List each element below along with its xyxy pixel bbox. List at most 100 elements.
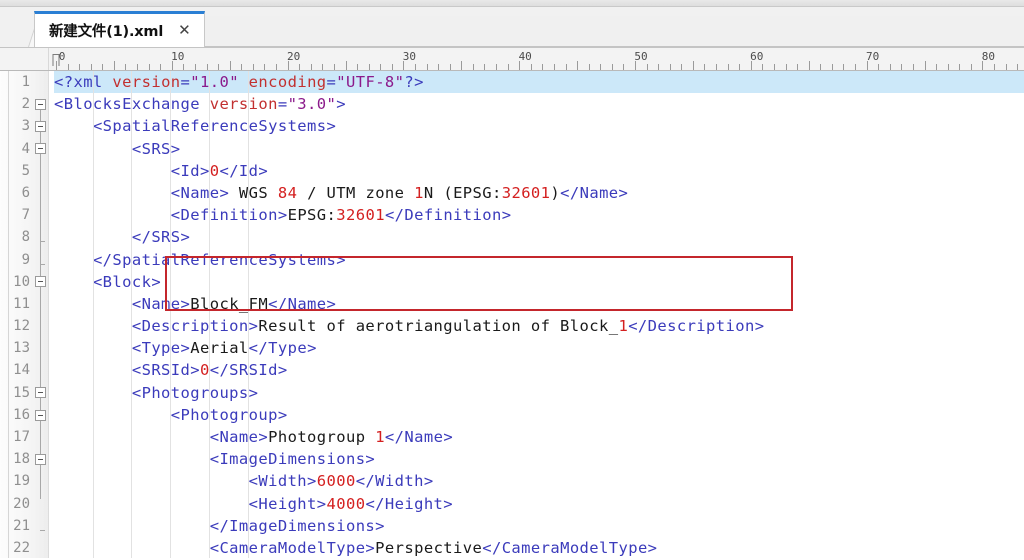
- ruler-tick-minor: [970, 64, 972, 70]
- code-line[interactable]: <Id>0</Id>: [54, 160, 1024, 182]
- ruler-tick-minor: [797, 64, 799, 70]
- code-line[interactable]: <Type>Aerial</Type>: [54, 337, 1024, 359]
- code-editor[interactable]: 1 2 3 4 5 6 7 8 9 10 11 12 13 14 15 16 17 18 19 20 21 22 <?xm…: [0, 71, 1024, 560]
- ruler-tick-minor: [194, 64, 196, 70]
- tab-label: 新建文件(1).xml: [49, 24, 164, 40]
- ruler-tick-minor: [727, 64, 729, 70]
- line-number: 14: [13, 362, 30, 379]
- ruler-tick-half: [808, 61, 810, 70]
- code-line[interactable]: </SpatialReferenceSystems>: [54, 249, 1024, 271]
- ruler-tick-minor: [368, 64, 370, 70]
- ruler-caret-marker: [52, 54, 60, 66]
- fold-toggle-icon[interactable]: [35, 387, 46, 399]
- ruler-tick-minor: [380, 64, 382, 70]
- fold-toggle-icon[interactable]: [35, 453, 46, 465]
- ruler-tick-minor: [67, 64, 69, 70]
- ruler-label: 50: [634, 50, 648, 63]
- ruler-tick-minor: [681, 64, 683, 70]
- ruler-tick-minor: [646, 64, 648, 70]
- ruler-tick-minor: [878, 64, 880, 70]
- indent-guide: [247, 71, 249, 560]
- code-lines[interactable]: <?xml version="1.0" encoding="UTF-8"?> <B…: [49, 71, 1024, 559]
- code-line[interactable]: <Name> WGS 84 / UTM zone 1N (EPSG:32601)…: [54, 182, 1024, 204]
- ruler-tick-minor: [507, 64, 509, 70]
- ruler-tick-minor: [889, 64, 891, 70]
- fold-end-tick: [40, 263, 45, 265]
- ruler-tick-minor: [820, 64, 822, 70]
- ruler-tick-half: [345, 61, 347, 70]
- ruler-tick-minor: [218, 64, 220, 70]
- ruler-tick-minor: [241, 64, 243, 70]
- line-number: 19: [13, 473, 30, 490]
- ruler-tick-minor: [716, 64, 718, 70]
- code-folding-column[interactable]: [33, 71, 48, 560]
- ruler-tick-minor: [160, 64, 162, 70]
- code-line[interactable]: <ImageDimensions>: [54, 448, 1024, 470]
- code-line[interactable]: <SRS>: [54, 138, 1024, 160]
- ruler-tick-minor: [357, 64, 359, 70]
- code-line[interactable]: <Photogroups>: [54, 382, 1024, 404]
- ruler-tick-minor: [565, 64, 567, 70]
- line-number: 1: [21, 74, 30, 90]
- code-line[interactable]: <Name>Photogroup 1</Name>: [54, 426, 1024, 448]
- ruler-tick-minor: [276, 64, 278, 70]
- ruler-tick-half: [461, 61, 463, 70]
- code-line[interactable]: <?xml version="1.0" encoding="UTF-8"?>: [54, 71, 1024, 94]
- fold-toggle-icon[interactable]: [35, 409, 46, 421]
- ruler-tick-minor: [773, 64, 775, 70]
- code-line[interactable]: <Definition>EPSG:32601</Definition>: [54, 204, 1024, 226]
- code-line[interactable]: </ImageDimensions>: [54, 515, 1024, 537]
- code-line[interactable]: <SRSId>0</SRSId>: [54, 359, 1024, 381]
- line-number: 5: [21, 162, 30, 179]
- ruler-tick-minor: [148, 64, 150, 70]
- fold-end-tick: [40, 530, 45, 531]
- code-line[interactable]: <Description>Result of aerotriangulation…: [54, 315, 1024, 337]
- line-number: 20: [13, 495, 30, 512]
- ruler-label: 70: [865, 50, 880, 63]
- fold-toggle-icon[interactable]: [35, 98, 46, 110]
- ruler-tick-minor: [137, 64, 139, 70]
- code-line[interactable]: <BlocksExchange version="3.0">: [54, 93, 1024, 115]
- line-number: 2: [21, 96, 30, 113]
- ruler-ticks: 0 10 20 30 40 50 60 70 80: [0, 48, 1024, 70]
- ruler-tick-minor: [785, 64, 787, 70]
- code-line[interactable]: <Photogroup>: [54, 404, 1024, 426]
- ruler-tick-minor: [623, 64, 625, 70]
- close-icon[interactable]: ✕: [175, 22, 194, 39]
- ruler-label: 60: [750, 50, 764, 63]
- tab-new-file-xml[interactable]: 新建文件(1).xml ✕: [34, 11, 205, 47]
- code-line[interactable]: <Block>: [54, 271, 1024, 293]
- ruler-tick-minor: [449, 64, 451, 70]
- indent-guide: [170, 71, 172, 560]
- ruler-tick-minor: [600, 64, 602, 70]
- tab-bar: 新建文件(1).xml ✕: [0, 7, 1024, 48]
- code-line[interactable]: <SpatialReferenceSystems>: [54, 115, 1024, 137]
- ruler-label: 40: [518, 50, 532, 63]
- ruler-label: 80: [981, 50, 996, 63]
- line-number: 22: [13, 539, 30, 556]
- fold-toggle-icon[interactable]: [35, 276, 46, 288]
- ruler-tick-minor: [959, 64, 961, 70]
- code-line[interactable]: <Height>4000</Height>: [54, 493, 1024, 515]
- ruler-tick-minor: [901, 64, 903, 70]
- ruler-tick-minor: [855, 64, 857, 70]
- code-line[interactable]: <Width>6000</Width>: [54, 470, 1024, 492]
- line-number: 6: [21, 184, 30, 201]
- ruler-tick-half: [924, 61, 926, 70]
- code-viewport[interactable]: <?xml version="1.0" encoding="UTF-8"?> <B…: [49, 71, 1024, 560]
- ruler-tick-minor: [310, 64, 312, 70]
- line-number: 7: [21, 207, 30, 224]
- code-line[interactable]: </SRS>: [54, 226, 1024, 248]
- fold-toggle-icon[interactable]: [35, 120, 46, 132]
- line-number: 13: [13, 340, 30, 357]
- ruler-tick-minor: [426, 64, 428, 70]
- line-number: 10: [13, 273, 30, 290]
- code-line[interactable]: <Name>Block_FM</Name>: [54, 293, 1024, 315]
- ruler-tick-minor: [739, 64, 741, 70]
- fold-toggle-icon[interactable]: [35, 143, 46, 155]
- line-number: 3: [21, 118, 30, 135]
- code-line[interactable]: <CameraModelType>Perspective</CameraMode…: [54, 537, 1024, 559]
- ruler-tick-minor: [391, 64, 393, 70]
- ruler-tick-minor: [530, 64, 532, 70]
- ruler-tick-minor: [1017, 64, 1019, 70]
